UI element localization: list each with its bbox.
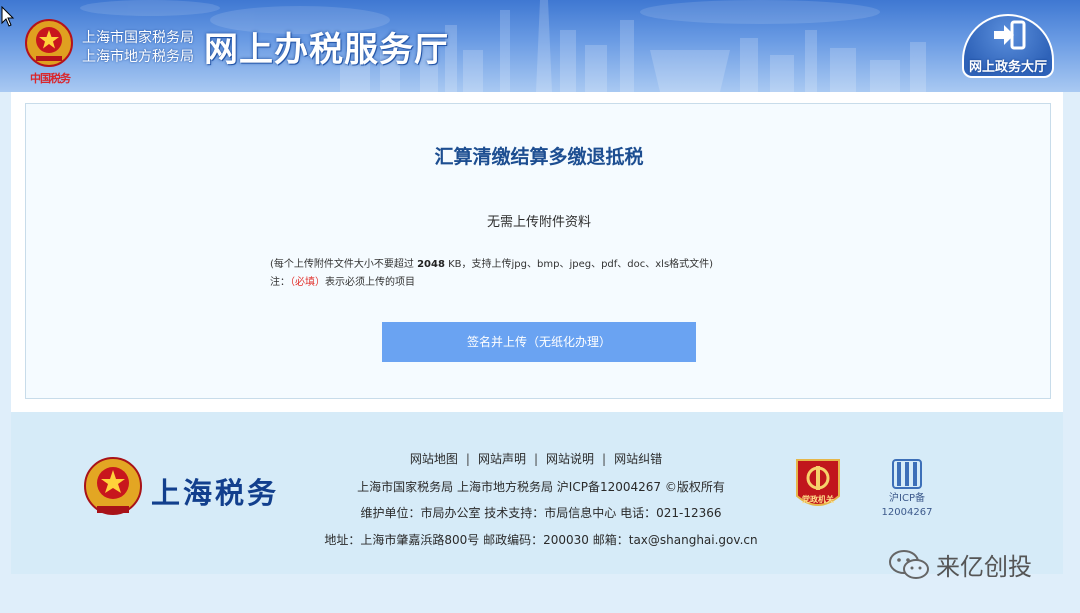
- icp-label: 沪ICP备: [889, 493, 925, 504]
- page-title: 网上办税服务厅: [204, 31, 449, 69]
- footer-copyright: 上海市国家税务局 上海市地方税务局 沪ICP备12004267 ©版权所有: [357, 480, 725, 494]
- form-subtitle: 无需上传附件资料: [486, 215, 591, 230]
- footer-brand: 上海税务: [151, 476, 280, 510]
- upload-notes: (每个上传附件文件大小不要超过 2048 KB，支持上传jpg、bmp、jpeg…: [270, 256, 713, 292]
- icp-text: 沪ICP备 12004267: [877, 492, 937, 520]
- enter-arrow-icon: [994, 20, 1026, 50]
- party-gov-badge[interactable]: 党政机关: [793, 456, 843, 516]
- link-instructions[interactable]: 网站说明: [546, 452, 594, 466]
- icp-number: 12004267: [881, 507, 933, 518]
- form-title: 汇算清缴结算多缴退抵税: [434, 146, 644, 168]
- link-statement[interactable]: 网站声明: [478, 452, 526, 466]
- sign-and-upload-button[interactable]: 签名并上传（无纸化办理）: [382, 322, 696, 362]
- note-suffix: KB，支持上传jpg、bmp、jpeg、pdf、doc、xls格式文件): [444, 259, 714, 270]
- bureau-names: 上海市国家税务局 上海市地方税务局: [82, 28, 194, 66]
- bureau-local: 上海市地方税务局: [82, 48, 194, 64]
- party-gov-badge-icon: [796, 459, 840, 506]
- footer-address: 地址：上海市肇嘉浜路800号 邮政编码：200030 邮箱：tax@shangh…: [324, 533, 758, 547]
- footer-links: 网站地图 | 网站声明 | 网站说明 | 网站纠错: [351, 450, 721, 467]
- icp-building-icon: [892, 459, 922, 489]
- national-tax-emblem-icon: [25, 19, 73, 67]
- link-error-report[interactable]: 网站纠错: [614, 452, 662, 466]
- bureau-national: 上海市国家税务局: [82, 29, 194, 45]
- party-gov-badge-text: 党政机关: [802, 495, 834, 504]
- note-size: 2048: [417, 259, 445, 270]
- upload-size-note: (每个上传附件文件大小不要超过 2048 KB，支持上传jpg、bmp、jpeg…: [270, 256, 713, 274]
- required-legend: 注：（必填）表示必须上传的项目: [270, 274, 713, 292]
- mouse-cursor-icon: [1, 6, 15, 27]
- link-separator: |: [465, 452, 470, 466]
- site-header: 中国税务 上海市国家税务局 上海市地方税务局 网上办税服务厅 网上政务大厅: [0, 0, 1080, 92]
- link-sitemap[interactable]: 网站地图: [410, 452, 458, 466]
- tax-slogan: 中国税务: [30, 72, 71, 85]
- legend-suffix: 表示必须上传的项目: [325, 277, 415, 288]
- wechat-icon: [889, 550, 929, 579]
- main-content: 汇算清缴结算多缴退抵税 无需上传附件资料 (每个上传附件文件大小不要超过 204…: [11, 92, 1063, 412]
- link-separator: |: [533, 452, 539, 466]
- link-separator: |: [602, 452, 607, 466]
- legend-prefix: 注：: [270, 277, 290, 288]
- required-marker: （必填）: [290, 277, 325, 288]
- note-prefix: (每个上传附件文件大小不要超过: [270, 259, 418, 270]
- form-card: 汇算清缴结算多缴退抵税 无需上传附件资料 (每个上传附件文件大小不要超过 204…: [25, 103, 1051, 399]
- gov-hall-label: 网上政务大厅: [968, 60, 1047, 75]
- shanghai-tax-emblem-icon: [84, 457, 142, 515]
- icp-badge[interactable]: 沪ICP备 12004267: [877, 456, 937, 526]
- footer-maintainer: 维护单位：市局办公室 技术支持：市局信息中心 电话：021-12366: [360, 506, 722, 520]
- watermark-text: 来亿创投: [936, 553, 1032, 581]
